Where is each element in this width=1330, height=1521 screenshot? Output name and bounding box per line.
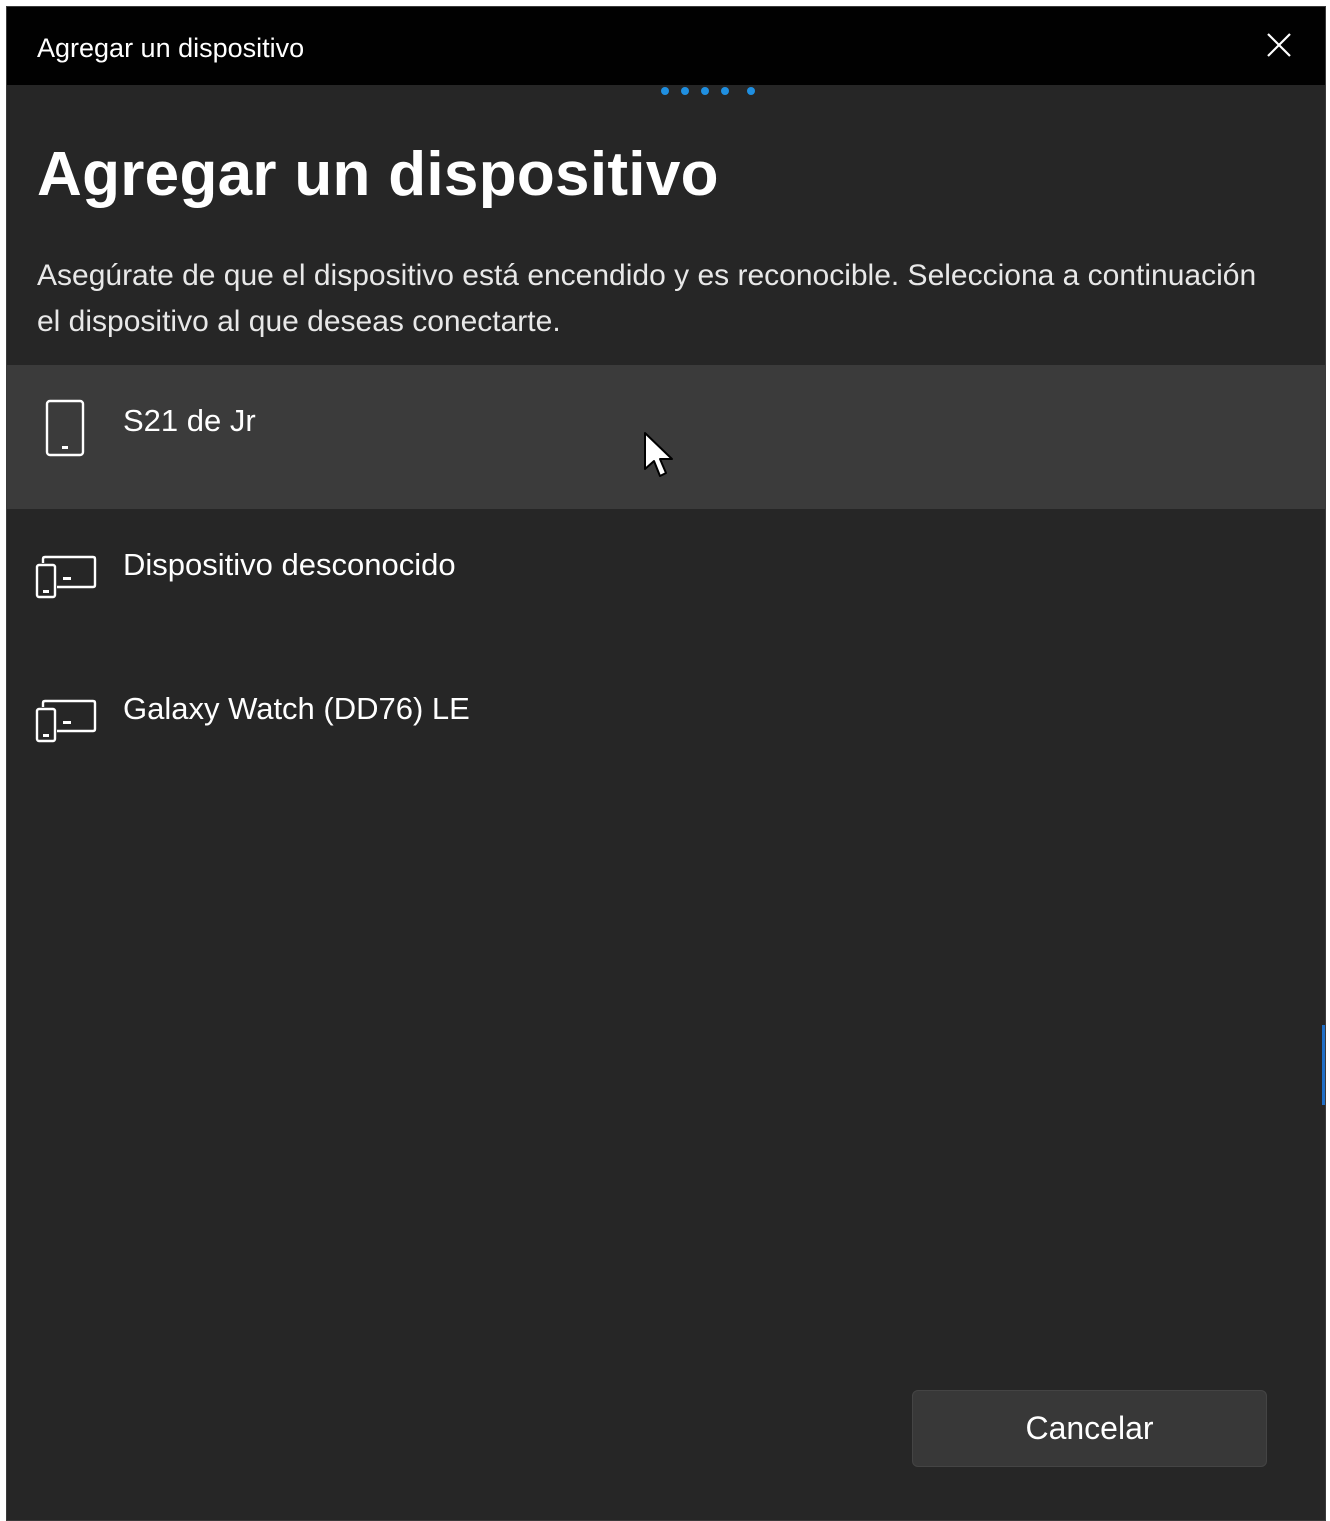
instructions-text: Asegúrate de que el dispositivo está enc… bbox=[37, 259, 1257, 338]
phone-icon bbox=[45, 399, 85, 457]
devices-icon bbox=[35, 555, 97, 599]
device-list: S21 de Jr Dispositivo desconocido Galaxy… bbox=[7, 365, 1325, 797]
close-button[interactable] bbox=[1259, 25, 1299, 65]
title-bar: Agregar un dispositivo bbox=[7, 7, 1325, 85]
device-name: Galaxy Watch (DD76) LE bbox=[123, 691, 470, 726]
device-name: Dispositivo desconocido bbox=[123, 547, 456, 582]
close-icon bbox=[1267, 33, 1291, 57]
device-item-s21[interactable]: S21 de Jr bbox=[7, 365, 1325, 509]
cancel-button[interactable]: Cancelar bbox=[912, 1390, 1267, 1467]
background-window-edge bbox=[1322, 1025, 1325, 1105]
device-name: S21 de Jr bbox=[123, 403, 256, 438]
searching-progress-indicator bbox=[661, 87, 761, 99]
window-title: Agregar un dispositivo bbox=[37, 33, 305, 63]
device-item-unknown[interactable]: Dispositivo desconocido bbox=[7, 509, 1325, 653]
devices-icon bbox=[35, 699, 97, 743]
page-title: Agregar un dispositivo bbox=[37, 140, 719, 209]
device-item-galaxy-watch[interactable]: Galaxy Watch (DD76) LE bbox=[7, 653, 1325, 797]
add-device-dialog: Agregar un dispositivo Agregar un dispos… bbox=[6, 6, 1326, 1521]
